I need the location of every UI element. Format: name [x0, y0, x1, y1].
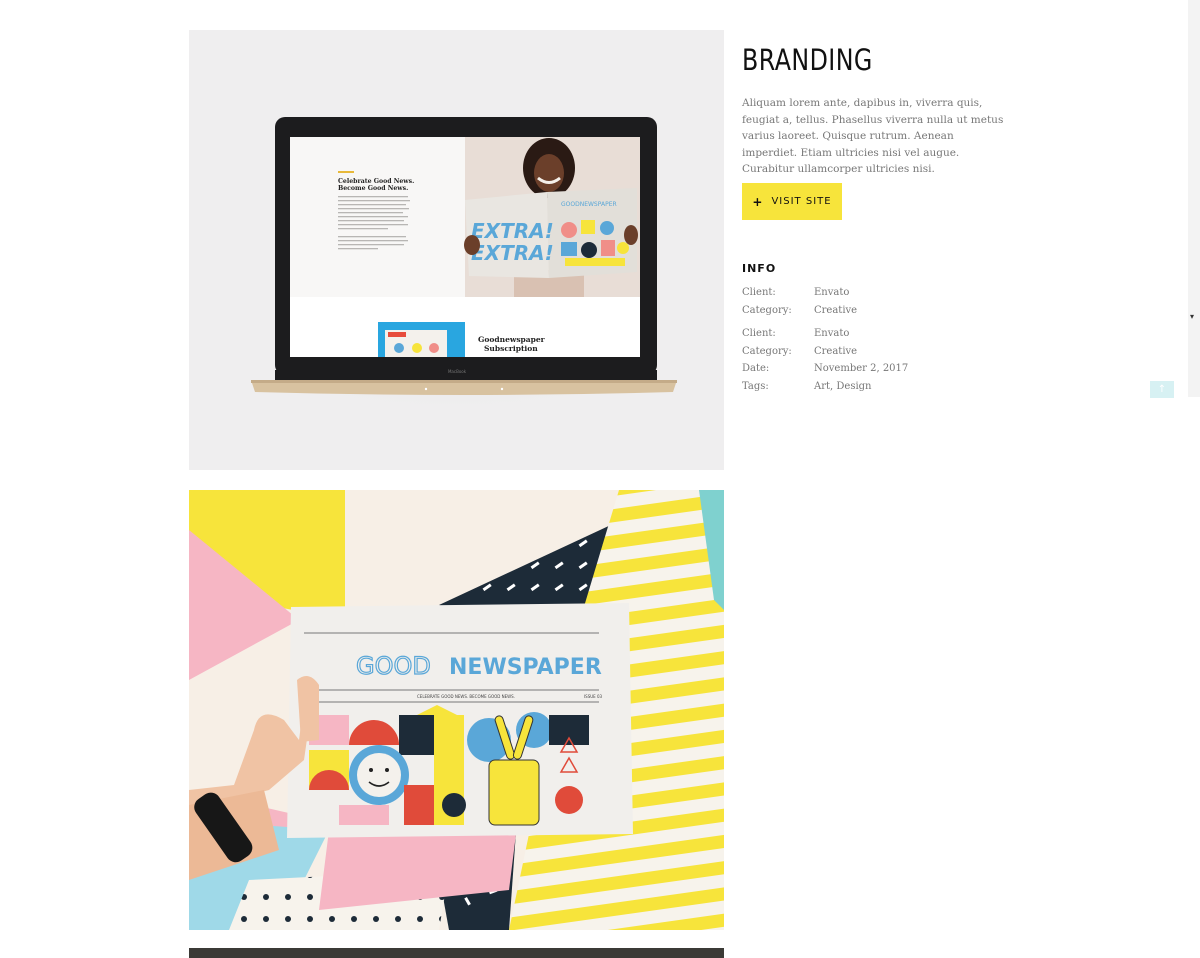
scrollbar[interactable] — [1188, 0, 1200, 397]
info-value: Art, Design — [814, 380, 872, 392]
info-key: Category: — [742, 345, 792, 357]
project-image-newspaper: GOOD NEWSPAPER CELEBRATE GOOD NEWS. BECO… — [189, 490, 724, 930]
info-value: Creative — [814, 304, 858, 316]
newspaper-masthead-news: NEWSPAPER — [449, 655, 602, 680]
project-image-laptop: Celebrate Good News. Become Good News. E… — [189, 30, 724, 470]
plus-icon: + — [752, 194, 764, 209]
info-row-category: Category: Creative — [742, 343, 908, 361]
info-heading: INFO — [742, 262, 777, 275]
arrow-up-icon: ↑ — [1157, 384, 1167, 395]
info-value: Creative — [814, 345, 858, 357]
newspaper-tagline: CELEBRATE GOOD NEWS. BECOME GOOD NEWS. — [417, 694, 515, 699]
back-to-top-button[interactable]: ↑ — [1150, 381, 1174, 398]
info-table: Client: Envato Category: Creative Client… — [742, 284, 908, 395]
visit-site-label: VISIT SITE — [771, 196, 832, 207]
info-key: Date: — [742, 363, 770, 374]
laptop-heading: Celebrate Good News. Become Good News. — [338, 178, 416, 192]
project-image-third — [189, 948, 724, 958]
info-key: Category: — [742, 304, 792, 316]
info-row-tags: Tags: Art, Design — [742, 378, 908, 396]
newspaper-photo: GOOD NEWSPAPER CELEBRATE GOOD NEWS. BECO… — [189, 490, 724, 930]
laptop-extra-text: EXTRA! — [471, 219, 554, 243]
svg-text:EXTRA!: EXTRA! — [471, 241, 554, 265]
project-description: Aliquam lorem ante, dapibus in, viverra … — [742, 97, 1004, 175]
laptop-subscription: Goodnewspaper Subscription — [478, 335, 547, 353]
laptop-mockup: Celebrate Good News. Become Good News. E… — [189, 30, 724, 470]
scroll-down-icon[interactable]: ▾ — [1190, 312, 1194, 321]
newspaper-issue: ISSUE 03 — [584, 694, 603, 699]
newspaper-masthead-good: GOOD — [356, 652, 431, 680]
info-value: Envato — [814, 287, 850, 298]
visit-site-button[interactable]: + VISIT SITE — [742, 183, 842, 220]
info-key: Client: — [742, 287, 776, 298]
info-row-client: Client: Envato — [742, 325, 908, 343]
info-value: Envato — [814, 328, 850, 339]
laptop-brand: MacBook — [448, 369, 467, 374]
info-row-date: Date: November 2, 2017 — [742, 360, 908, 378]
info-row-category: Category: Creative — [742, 302, 908, 320]
laptop-paper-title: GOODNEWSPAPER — [561, 201, 617, 208]
project-title: BRANDING — [742, 43, 873, 77]
info-value: November 2, 2017 — [814, 363, 909, 374]
info-key: Tags: — [742, 380, 769, 392]
project-details: BRANDING Aliquam lorem ante, dapibus in,… — [742, 40, 1012, 392]
info-row-client: Client: Envato — [742, 284, 908, 302]
info-key: Client: — [742, 328, 776, 339]
